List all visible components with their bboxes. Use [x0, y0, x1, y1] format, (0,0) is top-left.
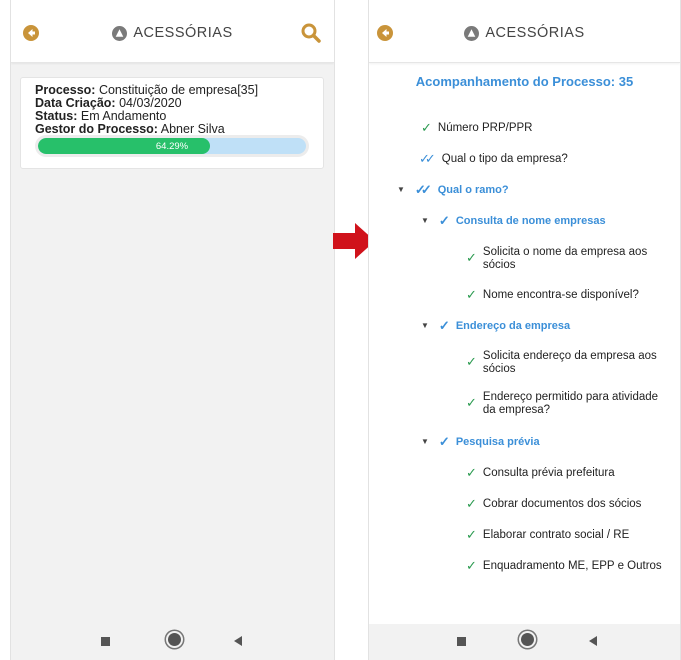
tree-item-label: Solicita endereço da empresa aos sócios — [482, 350, 657, 375]
check-icon: ✓ — [438, 434, 450, 449]
system-nav-bar — [11, 624, 334, 660]
check-icon: ✓ — [438, 213, 450, 228]
process-value: Constituição de empresa[35] — [98, 83, 259, 97]
double-check-icon: ✓✓ — [414, 182, 432, 197]
tree-item[interactable]: ✓ Enquadramento ME, EPP e Outros — [466, 558, 662, 573]
status-label: Status: — [35, 109, 78, 123]
check-icon: ✓ — [466, 465, 477, 480]
nav-home-icon[interactable] — [168, 633, 181, 646]
app-bar: ACESSÓRIAS — [369, 0, 680, 63]
manager-label: Gestor do Processo: — [35, 122, 158, 136]
right-phone-screen: ACESSÓRIAS Acompanhamento do Processo: 3… — [368, 0, 681, 660]
search-icon — [301, 23, 321, 43]
manager-row: Gestor do Processo: Abner Silva — [35, 123, 309, 136]
tree-group-label: Qual o ramo? — [437, 184, 509, 196]
app-bar: ACESSÓRIAS — [11, 0, 334, 63]
check-icon: ✓ — [466, 496, 477, 511]
process-card[interactable]: Processo: Constituição de empresa[35] Da… — [20, 77, 324, 169]
tree-group[interactable]: ▼ ✓ Endereço da empresa — [421, 318, 571, 333]
tree-item[interactable]: ✓ Nome encontra-se disponível? — [466, 287, 639, 302]
logo-icon — [464, 25, 480, 41]
tree-group[interactable]: ▼ ✓ Consulta de nome empresas — [421, 213, 606, 228]
tree-group-label: Endereço da empresa — [455, 320, 571, 332]
check-icon: ✓ — [466, 395, 477, 410]
brand: ACESSÓRIAS — [11, 25, 334, 41]
check-icon: ✓ — [466, 287, 477, 302]
brand-name: ACESSÓRIAS — [485, 25, 585, 41]
nav-square-icon[interactable] — [457, 637, 466, 646]
tree-item[interactable]: ✓ Elaborar contrato social / RE — [466, 527, 630, 542]
tree-group-label: Pesquisa prévia — [455, 436, 540, 448]
tracking-title: Acompanhamento do Processo: 35 — [415, 74, 634, 89]
process-label: Processo: — [35, 83, 96, 97]
progress-label: 64.29% — [155, 141, 189, 152]
left-phone-screen: ACESSÓRIAS Processo: Constituição de emp… — [10, 0, 335, 660]
created-label: Data Criação: — [35, 96, 116, 110]
system-nav-bar — [369, 624, 680, 660]
tree-item-label: Número PRP/PPR — [437, 122, 533, 134]
tree-item-label: Nome encontra-se disponível? — [482, 289, 639, 301]
tree-group-label: Consulta de nome empresas — [455, 215, 606, 227]
caret-down-icon[interactable]: ▼ — [421, 320, 429, 332]
tree-item[interactable]: ✓ Endereço permitido para atividade da e… — [466, 391, 671, 417]
tree-item[interactable]: ✓✓ Qual o tipo da empresa? — [419, 151, 568, 166]
check-icon: ✓ — [466, 527, 477, 542]
status-value: Em Andamento — [80, 109, 167, 123]
caret-down-icon[interactable]: ▼ — [397, 184, 405, 196]
tree-item-label: Solicita o nome da empresa aos sócios — [482, 246, 648, 271]
check-icon: ✓ — [438, 318, 450, 333]
manager-value: Abner Silva — [160, 122, 225, 136]
created-value: 04/03/2020 — [119, 96, 182, 110]
brand: ACESSÓRIAS — [369, 25, 680, 41]
tree-group[interactable]: ▼ ✓ Pesquisa prévia — [421, 434, 540, 449]
check-icon: ✓ — [466, 354, 477, 369]
nav-home-icon[interactable] — [521, 633, 534, 646]
caret-down-icon[interactable]: ▼ — [421, 215, 429, 227]
tree-item-label: Qual o tipo da empresa? — [441, 153, 568, 165]
tree-item[interactable]: ✓ Solicita endereço da empresa aos sócio… — [466, 350, 671, 376]
tree-item[interactable]: ✓ Número PRP/PPR — [421, 120, 533, 135]
check-icon: ✓ — [466, 250, 477, 265]
tree-item-label: Consulta prévia prefeitura — [482, 467, 615, 479]
check-icon: ✓ — [421, 120, 432, 135]
brand-name: ACESSÓRIAS — [133, 25, 233, 41]
tree-item[interactable]: ✓ Solicita o nome da empresa aos sócios — [466, 246, 666, 272]
nav-square-icon[interactable] — [101, 637, 110, 646]
search-button[interactable] — [300, 22, 322, 44]
nav-back-icon[interactable] — [589, 636, 597, 646]
double-check-icon: ✓✓ — [419, 151, 436, 166]
check-icon: ✓ — [466, 558, 477, 573]
progress-bar: 64.29% — [38, 138, 306, 154]
caret-down-icon[interactable]: ▼ — [421, 436, 429, 448]
tree-item[interactable]: ✓ Consulta prévia prefeitura — [466, 465, 615, 480]
nav-back-icon[interactable] — [234, 636, 242, 646]
tree-item-label: Cobrar documentos dos sócios — [482, 498, 642, 510]
tree-item[interactable]: ✓ Cobrar documentos dos sócios — [466, 496, 642, 511]
tree-group[interactable]: ▼ ✓✓ Qual o ramo? — [397, 182, 509, 197]
tree-item-label: Elaborar contrato social / RE — [482, 529, 630, 541]
tree-item-label: Endereço permitido para atividade da emp… — [482, 391, 659, 416]
logo-icon — [112, 25, 128, 41]
tree-item-label: Enquadramento ME, EPP e Outros — [482, 560, 662, 572]
